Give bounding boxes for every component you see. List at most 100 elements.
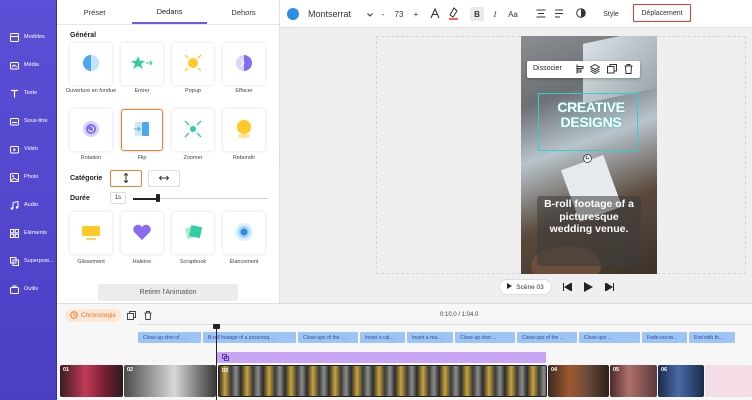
font-family-select[interactable]: Montserrat [308, 7, 368, 21]
animation-card-flip[interactable] [121, 109, 163, 151]
animation-label: Zoomer [183, 155, 203, 161]
animation-label: Glissement [77, 259, 105, 265]
text-size-icon[interactable] [430, 7, 440, 21]
link-icon [222, 354, 229, 363]
skip-back-icon[interactable] [563, 282, 572, 293]
sidebar-item-overlay[interactable]: Superposi... [0, 250, 57, 272]
template-icon [9, 32, 19, 42]
font-size-decrease[interactable]: - [378, 7, 388, 21]
delete-icon[interactable] [144, 311, 152, 322]
italic-button[interactable]: I [489, 7, 501, 21]
animation-card-popup[interactable] [172, 43, 214, 85]
text-color-swatch[interactable] [287, 8, 299, 20]
subtitle-clip[interactable]: Close-up shot ... [455, 332, 515, 343]
opacity-icon[interactable] [576, 8, 586, 20]
text-element-track[interactable] [217, 352, 546, 363]
animation-card-zoomer[interactable] [172, 109, 214, 151]
animation-card-haleine[interactable] [121, 212, 163, 254]
video-clip[interactable]: 01 [60, 365, 123, 397]
subtitle-clip[interactable]: Close-ups ... [579, 332, 640, 343]
subtitle-clip[interactable]: Insert a cal... [360, 332, 405, 343]
timeline-tab[interactable]: Chronologie [65, 309, 121, 322]
ruler-line [138, 324, 752, 325]
headline-text[interactable]: CREATIVE DESIGNS [532, 100, 650, 130]
sidebar-item-video[interactable]: Vidéo [0, 138, 57, 160]
tab-dedans[interactable]: Dedans [132, 0, 207, 24]
subtitle-clip[interactable]: Insert a ma... [407, 332, 453, 343]
audio-icon [9, 200, 19, 210]
sidebar-item-modeles[interactable]: Modèles [0, 26, 57, 48]
play-main-icon[interactable] [584, 282, 593, 294]
animation-card-rebondir[interactable] [223, 109, 265, 151]
layers-icon[interactable] [589, 63, 601, 76]
remove-animation-button[interactable]: Retirer l'Animation [98, 284, 238, 301]
video-icon [9, 144, 19, 154]
text-case-button[interactable]: Aa [506, 7, 520, 21]
video-clip[interactable]: 04 [548, 365, 609, 397]
playhead-line[interactable] [216, 326, 217, 400]
subtitle-clip[interactable]: Fade-out wi... [642, 332, 687, 343]
sidebar-item-label: Texte [24, 90, 38, 96]
tools-icon [9, 284, 19, 294]
rotation-icon [82, 120, 100, 140]
clip-number: 02 [127, 367, 134, 373]
animation-card-entrer[interactable] [121, 43, 163, 85]
sidebar-item-photo[interactable]: Photo [0, 166, 57, 188]
animation-card-scrapbook[interactable] [172, 212, 214, 254]
sidebar-item-label: Photo [24, 174, 39, 180]
popup-icon [183, 53, 203, 75]
empty-clip-slot[interactable] [705, 365, 752, 397]
copy-icon[interactable] [127, 311, 136, 322]
rotate-icon [585, 155, 590, 162]
sidebar-item-audio[interactable]: Audio [0, 194, 57, 216]
tab-preset[interactable]: Préset [57, 0, 132, 24]
sidebar-item-sous-titre[interactable]: Sous-titre [0, 110, 57, 132]
caption-text[interactable]: B-roll footage of a picturesque wedding … [537, 198, 641, 236]
video-clip[interactable]: 05 [610, 365, 657, 397]
video-clip-selected[interactable]: 03 [218, 365, 547, 397]
subtitle-clip[interactable]: Close-ups of the ... [517, 332, 577, 343]
animation-card-glissement[interactable] [70, 212, 112, 254]
animation-label: Popup [185, 88, 201, 94]
spacing-icon[interactable] [554, 9, 564, 20]
clip-number: 01 [63, 367, 70, 373]
sidebar-item-label: Média [24, 62, 39, 68]
ungroup-button[interactable]: Dissocier [533, 65, 562, 72]
playhead-handle[interactable] [213, 324, 220, 329]
highlight-icon[interactable] [448, 7, 459, 22]
sidebar-item-elements[interactable]: Eléments [0, 222, 57, 244]
animation-card-rotation[interactable] [70, 109, 112, 151]
subtitle-clip[interactable]: Close-ups of the ... [298, 332, 358, 343]
sidebar-item-outils[interactable]: Outils [0, 278, 57, 300]
elements-icon [9, 228, 19, 238]
subtitle-clip[interactable]: End with th... [689, 332, 735, 343]
chevron-down-icon[interactable] [367, 12, 373, 19]
sidebar-item-texte[interactable]: Texte [0, 82, 57, 104]
animation-label: Ouverture en fondue [65, 88, 117, 94]
duration-slider-handle[interactable] [156, 194, 160, 202]
scene-play-button[interactable]: Scène 03 [499, 279, 552, 295]
animation-card-effacer[interactable] [223, 43, 265, 85]
skip-forward-icon[interactable] [605, 282, 614, 293]
animation-card-fade[interactable] [70, 43, 112, 85]
duration-value[interactable]: 1s [110, 192, 126, 204]
font-size-increase[interactable]: + [411, 7, 421, 21]
animation-card-elancement[interactable] [223, 212, 265, 254]
video-clip[interactable]: 06 [658, 365, 704, 397]
sidebar-item-media[interactable]: Média [0, 54, 57, 76]
trash-icon[interactable] [624, 64, 633, 76]
align-icon[interactable] [576, 64, 585, 76]
subtitle-clip[interactable]: Close-up shot of ... [138, 332, 201, 343]
bold-button[interactable]: B [470, 7, 484, 21]
category-horizontal-button[interactable] [148, 170, 180, 187]
font-size-value[interactable]: 73 [390, 7, 408, 21]
subtitle-icon [9, 116, 19, 126]
tab-dehors[interactable]: Dehors [207, 0, 280, 24]
motion-button[interactable]: Déplacement [633, 4, 691, 22]
rotate-handle[interactable] [583, 154, 592, 163]
align-center-icon[interactable] [536, 9, 546, 20]
style-button[interactable]: Style [599, 7, 623, 21]
category-vertical-button[interactable] [110, 170, 142, 187]
duplicate-icon[interactable] [607, 64, 617, 76]
video-clip[interactable]: 02 [124, 365, 216, 397]
